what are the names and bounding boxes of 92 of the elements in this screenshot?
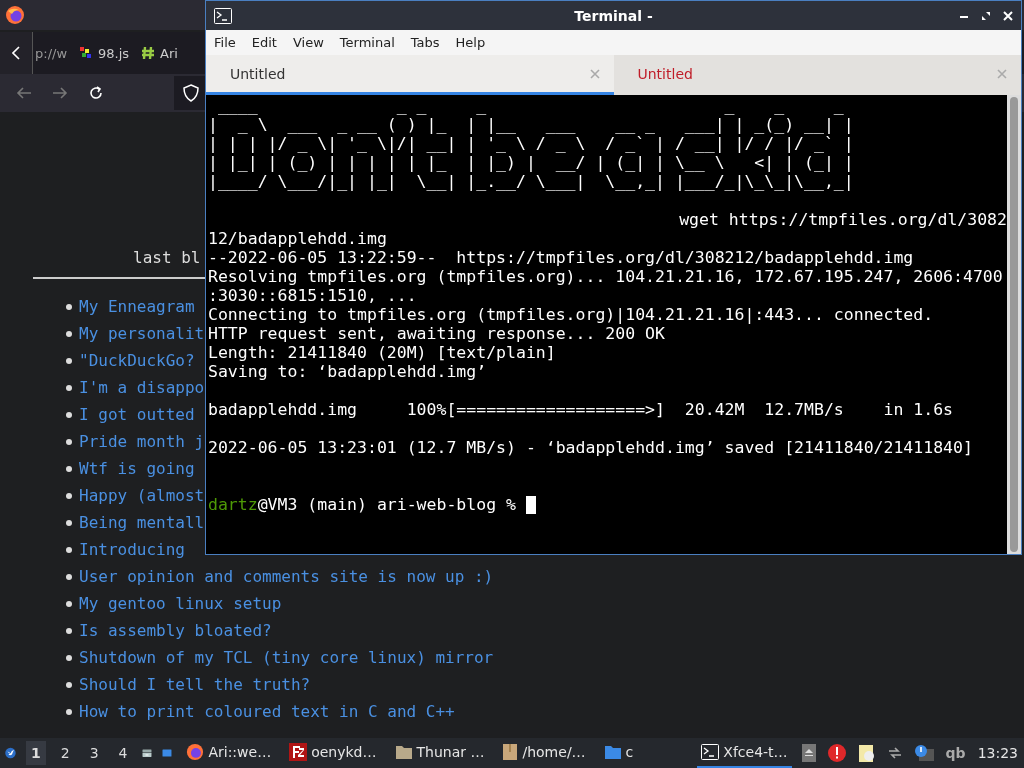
list-bullet — [66, 546, 72, 553]
browser-logo-icon — [186, 743, 205, 761]
workspace-button[interactable]: 4 — [113, 741, 133, 765]
post-link[interactable]: User opinion and comments site is now up :) — [79, 567, 494, 586]
forward-icon[interactable] — [52, 86, 68, 100]
terminal-line: Length: 21411840 (20M) [text/plain] — [208, 343, 556, 362]
app-icon — [289, 743, 308, 761]
terminal-line: badapplehdd.img 100%[===================>] 20.42M 12.7MB/s in 1.6s — [208, 400, 954, 419]
window-title: Terminal - — [574, 7, 653, 24]
notification-icon[interactable] — [913, 744, 934, 762]
network-icon[interactable] — [887, 746, 902, 760]
taskbar-task[interactable]: /home/… — [498, 738, 590, 768]
menu-item[interactable]: File — [214, 35, 245, 50]
taskbar-task[interactable]: c — [599, 738, 638, 768]
post-link[interactable]: Wtf is going — [79, 459, 195, 478]
menu-item[interactable]: Edit — [251, 35, 286, 50]
list-bullet — [66, 654, 72, 661]
list-bullet — [66, 708, 72, 715]
list-bullet — [66, 681, 72, 688]
package-icon — [502, 743, 519, 761]
list-bullet — [66, 492, 72, 499]
back-icon[interactable] — [16, 86, 32, 100]
blog-heading: last bl — [133, 248, 201, 268]
folder-icon — [394, 744, 413, 760]
post-link[interactable]: Being mentall — [79, 513, 205, 532]
post-link[interactable]: Should I tell the truth? — [79, 675, 311, 694]
terminal-line: :3030::6815:1510, ... — [208, 286, 417, 305]
terminal-line: Resolving tmpfiles.org (tmpfiles.org)... 104.21.21.16, 172.67.195.247, 2606:4700 — [208, 267, 1003, 286]
post-link[interactable]: I'm a disappo — [79, 378, 205, 397]
terminal-tab[interactable]: Untitled — [206, 55, 614, 95]
browser-tab[interactable]: p://w — [35, 36, 68, 70]
terminal-icon — [701, 744, 720, 760]
terminal-line: 12/badapplehdd.img — [208, 229, 387, 248]
post-link[interactable]: My gentoo linux setup — [79, 594, 282, 613]
list-bullet — [66, 303, 72, 310]
terminal-line: 2022-06-05 13:23:01 (12.7 MB/s) - ‘badapplehdd.img’ saved [21411840/21411840] — [208, 438, 973, 457]
terminal-line: --2022-06-05 13:22:59-- https://tmpfiles.org/dl/308212/badapplehdd.img — [208, 248, 914, 267]
warning-icon[interactable] — [827, 744, 846, 762]
workspace-button[interactable]: 1 — [25, 741, 46, 765]
hash-icon — [140, 45, 157, 61]
list-bullet — [66, 627, 72, 634]
post-link[interactable]: I got outted — [79, 405, 195, 424]
terminal-line: Saving to: ‘badapplehdd.img’ — [208, 362, 487, 381]
list-bullet — [66, 573, 72, 580]
tray-label[interactable]: qb — [945, 745, 966, 761]
list-bullet — [66, 519, 72, 526]
eject-icon[interactable] — [801, 744, 816, 762]
list-bullet — [66, 384, 72, 391]
browser-logo-icon[interactable] — [5, 5, 25, 25]
browser-tab[interactable]: 98.js — [78, 36, 130, 70]
ascii-art-text: ____ _ _ _ _ _ _ | _ \ ___ _ __ ( ) |_ | |__ ___ __ _ ___| | _(_) __| | | | | |/ _ \| '_ \|/| __| | '_ \ / _ \ / _` | / __| |/ / |/ _` | | |_| | (_) | | | | | |_ | |_) | __/ | (_| | \__ \ <| | (_| | |____/ \___/|_| |_| \__| |_.__/ \___| \__,_| |___/_|\_\_|\__,_| — [208, 96, 854, 191]
post-link[interactable]: My personalit — [79, 324, 205, 343]
browser-tab[interactable]: Ari — [140, 36, 178, 70]
list-bullet — [66, 330, 72, 337]
clock[interactable]: 13:23 — [977, 745, 1018, 761]
post-link[interactable]: My Enneagram — [79, 297, 195, 316]
menu-item[interactable]: Help — [455, 35, 495, 50]
menu-item[interactable]: View — [292, 35, 333, 50]
tab-scroll-button[interactable] — [0, 32, 33, 74]
prompt-user: dartz — [208, 495, 258, 514]
workspace-button[interactable]: 2 — [55, 741, 75, 765]
terminal-icon — [214, 7, 232, 24]
folder-icon — [603, 744, 622, 760]
taskbar-task[interactable]: Ari::we… — [182, 738, 276, 768]
chevron-left-icon — [12, 46, 20, 60]
terminal-line: HTTP request sent, awaiting response... 200 OK — [208, 324, 665, 343]
list-bullet — [66, 411, 72, 418]
post-link[interactable]: Happy (almost — [79, 486, 205, 505]
post-link[interactable]: How to print coloured text in C and C++ — [79, 702, 455, 721]
post-link[interactable]: Pride month j — [79, 432, 205, 451]
post-link[interactable]: Is assembly bloated? — [79, 621, 272, 640]
prompt-text: @VM3 (main) ari-web-blog % — [257, 495, 516, 514]
reload-icon[interactable] — [88, 85, 104, 101]
menu-item[interactable]: Tabs — [410, 35, 449, 50]
taskbar-task[interactable]: Thunar … — [390, 738, 489, 768]
notes-icon[interactable] — [857, 743, 876, 763]
shield-icon — [183, 84, 199, 102]
terminal-line: Connecting to tmpfiles.org (tmpfiles.org)|104.21.21.16|:443... connected. — [208, 305, 934, 324]
list-bullet — [66, 438, 72, 445]
workspace-button[interactable]: 3 — [84, 741, 104, 765]
tracking-protection-button[interactable] — [174, 76, 208, 110]
post-link[interactable]: "DuckDuckGo? — [79, 351, 195, 370]
maximize-icon[interactable] — [981, 10, 991, 21]
terminal-line: wget https://tmpfiles.org/dl/3082 — [679, 210, 1007, 229]
menu-item[interactable]: Terminal — [339, 35, 404, 50]
taskbar-task[interactable]: Xfce4-t… — [697, 738, 792, 768]
list-bullet — [66, 357, 72, 364]
taskbar-task[interactable]: oenykd… — [285, 738, 381, 768]
post-link[interactable]: Shutdown of my TCL (tiny core linux) mirror — [79, 648, 494, 667]
list-bullet — [66, 465, 72, 472]
post-link[interactable]: Introducing — [79, 540, 185, 559]
list-bullet — [66, 600, 72, 607]
